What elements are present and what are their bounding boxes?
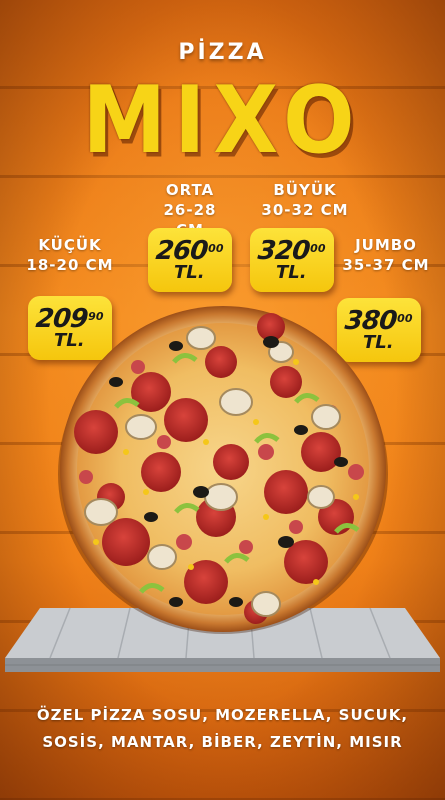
size-name: ORTA: [165, 181, 215, 199]
pizza-image: [58, 306, 388, 634]
size-label-jumbo: JUMBO 35-37 CM: [336, 235, 436, 275]
brand-title: MIXO: [82, 66, 363, 174]
ingredients-line-2: SOSİS, MANTAR, BİBER, ZEYTİN, MISIR: [42, 733, 403, 751]
size-range: 18-20 CM: [26, 256, 114, 274]
price-cents: ,00: [306, 242, 326, 255]
size-label-buyuk: BÜYÜK 30-32 CM: [255, 180, 355, 220]
price-tag-orta: 260 ,00 TL.: [148, 228, 232, 292]
price-currency: TL.: [174, 262, 205, 283]
size-name: BÜYÜK: [273, 181, 337, 199]
price-cents: ,00: [204, 242, 224, 255]
size-name: KÜÇÜK: [38, 236, 102, 254]
size-label-kucuk: KÜÇÜK 18-20 CM: [20, 235, 120, 275]
size-range: 35-37 CM: [342, 256, 430, 274]
ingredients-line-1: ÖZEL PİZZA SOSU, MOZERELLA, SUCUK,: [36, 706, 409, 724]
price-currency: TL.: [276, 262, 307, 283]
size-name: JUMBO: [355, 236, 417, 254]
menu-poster: PİZZA MIXO ORTA 26-28 CM BÜYÜK 30-32 CM …: [0, 0, 445, 800]
size-range: 30-32 CM: [261, 201, 349, 219]
price-tag-buyuk: 320 ,00 TL.: [250, 228, 334, 292]
ingredients-text: ÖZEL PİZZA SOSU, MOZERELLA, SUCUK, SOSİS…: [0, 702, 445, 756]
brand-top-text: PİZZA: [178, 40, 267, 65]
price-cents: ,00: [393, 312, 413, 325]
